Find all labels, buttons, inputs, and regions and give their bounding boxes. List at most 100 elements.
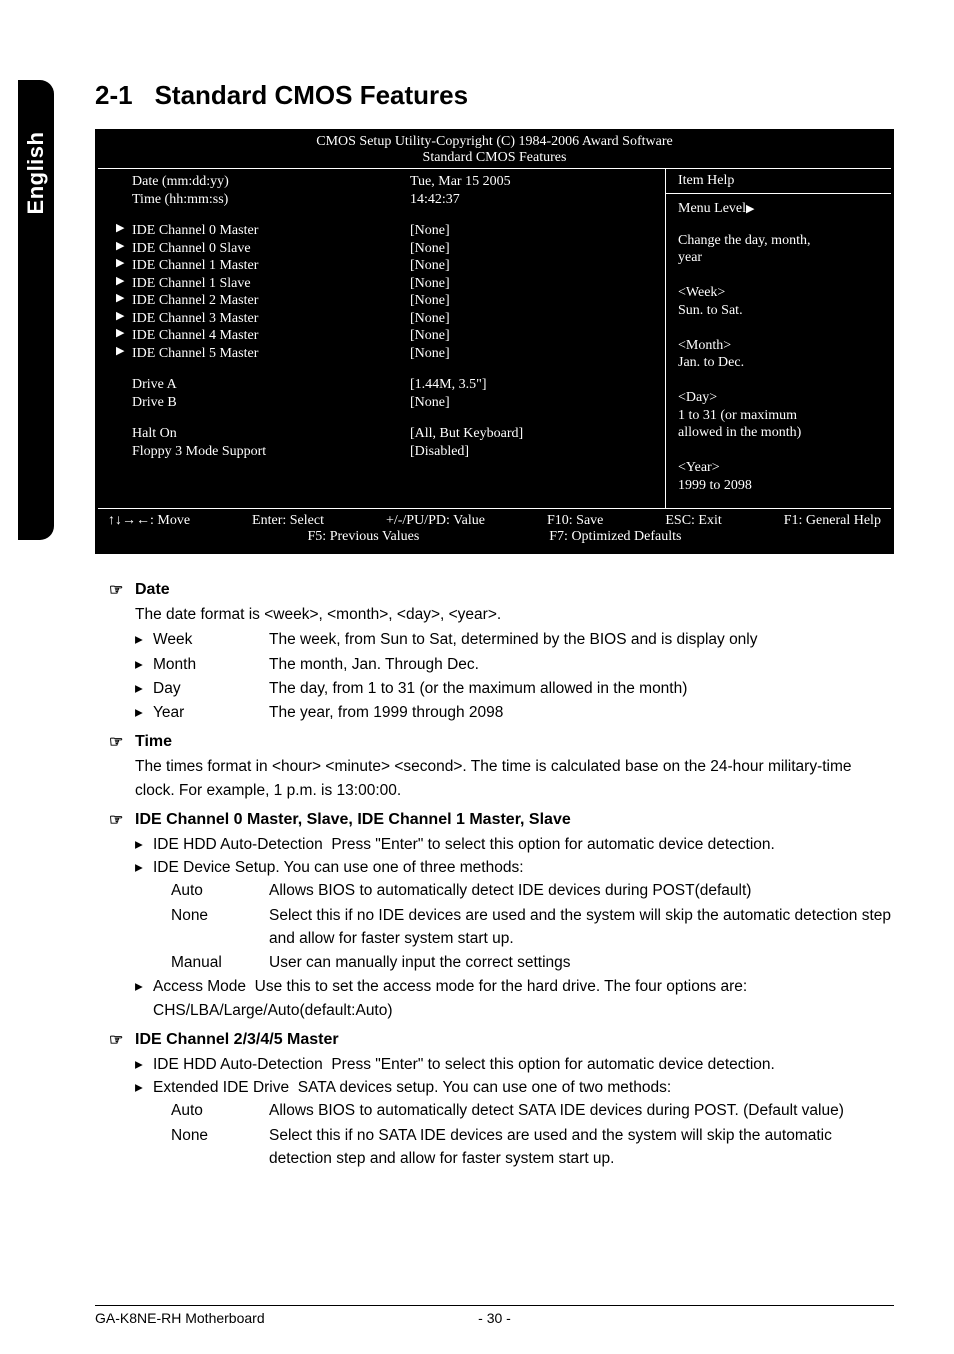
date-year-key: Year [153,701,269,724]
help-line: <Year> [678,459,881,477]
ide01-none-val: Select this if no IDE devices are used a… [269,904,894,951]
bios-drivea-label: Drive A [110,376,410,394]
key-defaults: F7: Optimized Defaults [549,529,681,545]
key-value: +/-/PU/PD: Value [386,513,485,529]
key-help: F1: General Help [784,513,881,529]
bios-ide0m-label: ▶IDE Channel 0 Master [110,222,410,240]
pointer-icon: ☞ [109,1029,123,1053]
help-line: allowed in the month) [678,424,881,442]
help-line [678,442,881,460]
language-tab: English [18,80,54,540]
bullet-icon: ▸ [135,833,153,856]
bios-ide1m-label: ▶IDE Channel 1 Master [110,257,410,275]
bios-floppy3-label: Floppy 3 Mode Support [110,443,410,461]
key-save: F10: Save [547,513,603,529]
help-line [678,372,881,390]
language-tab-label: English [23,132,49,215]
ide01-manual-val: User can manually input the correct sett… [269,951,894,974]
ide01-setup: IDE Device Setup. You can use one of thr… [153,856,894,879]
bullet-icon: ▸ [135,628,153,651]
bios-ide0s-label: ▶IDE Channel 0 Slave [110,240,410,258]
ide2345-heading: ☞IDE Channel 2/3/4/5 Master [95,1028,894,1052]
help-line: Jan. to Dec. [678,354,881,372]
submenu-arrow-icon: ▶ [116,327,124,341]
key-prev: F5: Previous Values [308,529,420,545]
date-day-val: The day, from 1 to 31 (or the maximum al… [269,677,894,700]
ide2345-none-val: Select this if no SATA IDE devices are u… [269,1124,894,1171]
bios-help-pane: Item Help Menu Level▶ Change the day, mo… [666,169,891,508]
help-line: Change the day, month, [678,232,881,250]
submenu-arrow-icon: ▶ [116,240,124,254]
help-line: 1999 to 2098 [678,477,881,495]
submenu-arrow-icon: ▶ [116,310,124,324]
footer-page-number: - 30 - [478,1310,511,1326]
bullet-icon: ▸ [135,701,153,724]
bios-floppy3-value: [Disabled] [410,443,653,461]
bios-ide1s-label: ▶IDE Channel 1 Slave [110,275,410,293]
bullet-icon: ▸ [135,653,153,676]
bullet-icon: ▸ [135,677,153,700]
date-month-val: The month, Jan. Through Dec. [269,653,894,676]
bios-ide5m-label: ▶IDE Channel 5 Master [110,345,410,363]
help-line: 1 to 31 (or maximum [678,407,881,425]
bios-halton-label: Halt On [110,425,410,443]
pointer-icon: ☞ [109,579,123,603]
submenu-arrow-icon: ▶ [116,275,124,289]
ide01-autodetect: IDE HDD Auto-Detection Press "Enter" to … [153,833,894,856]
date-week-val: The week, from Sun to Sat, determined by… [269,628,894,651]
bios-ide0m-value: [None] [410,222,653,240]
bios-header: CMOS Setup Utility-Copyright (C) 1984-20… [98,132,891,168]
time-desc: The times format in <hour> <minute> <sec… [95,755,894,802]
level-arrow-icon: ▶ [746,203,754,215]
bios-date-label: Date (mm:dd:yy) [110,173,410,191]
bios-ide4m-label: ▶IDE Channel 4 Master [110,327,410,345]
bios-date-value: Tue, Mar 15 2005 [410,173,653,191]
ide01-auto-val: Allows BIOS to automatically detect IDE … [269,879,894,902]
bios-ide3m-value: [None] [410,310,653,328]
ide2345-autodetect: IDE HDD Auto-Detection Press "Enter" to … [153,1053,894,1076]
submenu-arrow-icon: ▶ [116,345,124,359]
footer-left: GA-K8NE-RH Motherboard [95,1310,478,1326]
date-day-key: Day [153,677,269,700]
ide2345-ext: Extended IDE Drive SATA devices setup. Y… [153,1076,894,1099]
bios-ide3m-label: ▶IDE Channel 3 Master [110,310,410,328]
help-line: <Day> [678,389,881,407]
bios-driveb-value: [None] [410,394,653,412]
bullet-icon: ▸ [135,856,153,879]
ide01-none-key: None [171,904,269,951]
bios-ide2m-value: [None] [410,292,653,310]
bios-ide1s-value: [None] [410,275,653,293]
help-line: <Month> [678,337,881,355]
time-heading: ☞Time [95,730,894,754]
help-line [678,267,881,285]
bios-ide5m-value: [None] [410,345,653,363]
bios-ide1m-value: [None] [410,257,653,275]
key-select: Enter: Select [252,513,324,529]
submenu-arrow-icon: ▶ [116,292,124,306]
bios-ide0s-value: [None] [410,240,653,258]
ide01-auto-key: Auto [171,879,269,902]
bios-driveb-label: Drive B [110,394,410,412]
bios-header-line1: CMOS Setup Utility-Copyright (C) 1984-20… [98,134,891,150]
ide2345-none-key: None [171,1124,269,1171]
bios-drivea-value: [1.44M, 3.5"] [410,376,653,394]
bios-ide2m-label: ▶IDE Channel 2 Master [110,292,410,310]
bios-ide4m-value: [None] [410,327,653,345]
key-move: ↑↓→←: Move [108,513,190,529]
page-title: 2-1Standard CMOS Features [95,80,894,111]
date-desc: The date format is <week>, <month>, <day… [95,603,894,626]
bios-header-line2: Standard CMOS Features [98,150,891,166]
ide01-access: Access Mode Use this to set the access m… [153,975,894,1022]
ide01-manual-key: Manual [171,951,269,974]
date-week-key: Week [153,628,269,651]
key-exit: ESC: Exit [665,513,721,529]
help-line: <Week> [678,284,881,302]
ide2345-auto-key: Auto [171,1099,269,1122]
date-heading: ☞Date [95,578,894,602]
bios-halton-value: [All, But Keyboard] [410,425,653,443]
bios-left-pane: Date (mm:dd:yy)Tue, Mar 15 2005 Time (hh… [98,169,666,508]
date-month-key: Month [153,653,269,676]
date-year-val: The year, from 1999 through 2098 [269,701,894,724]
help-line: Sun. to Sat. [678,302,881,320]
bios-help-title: Item Help [678,173,881,191]
